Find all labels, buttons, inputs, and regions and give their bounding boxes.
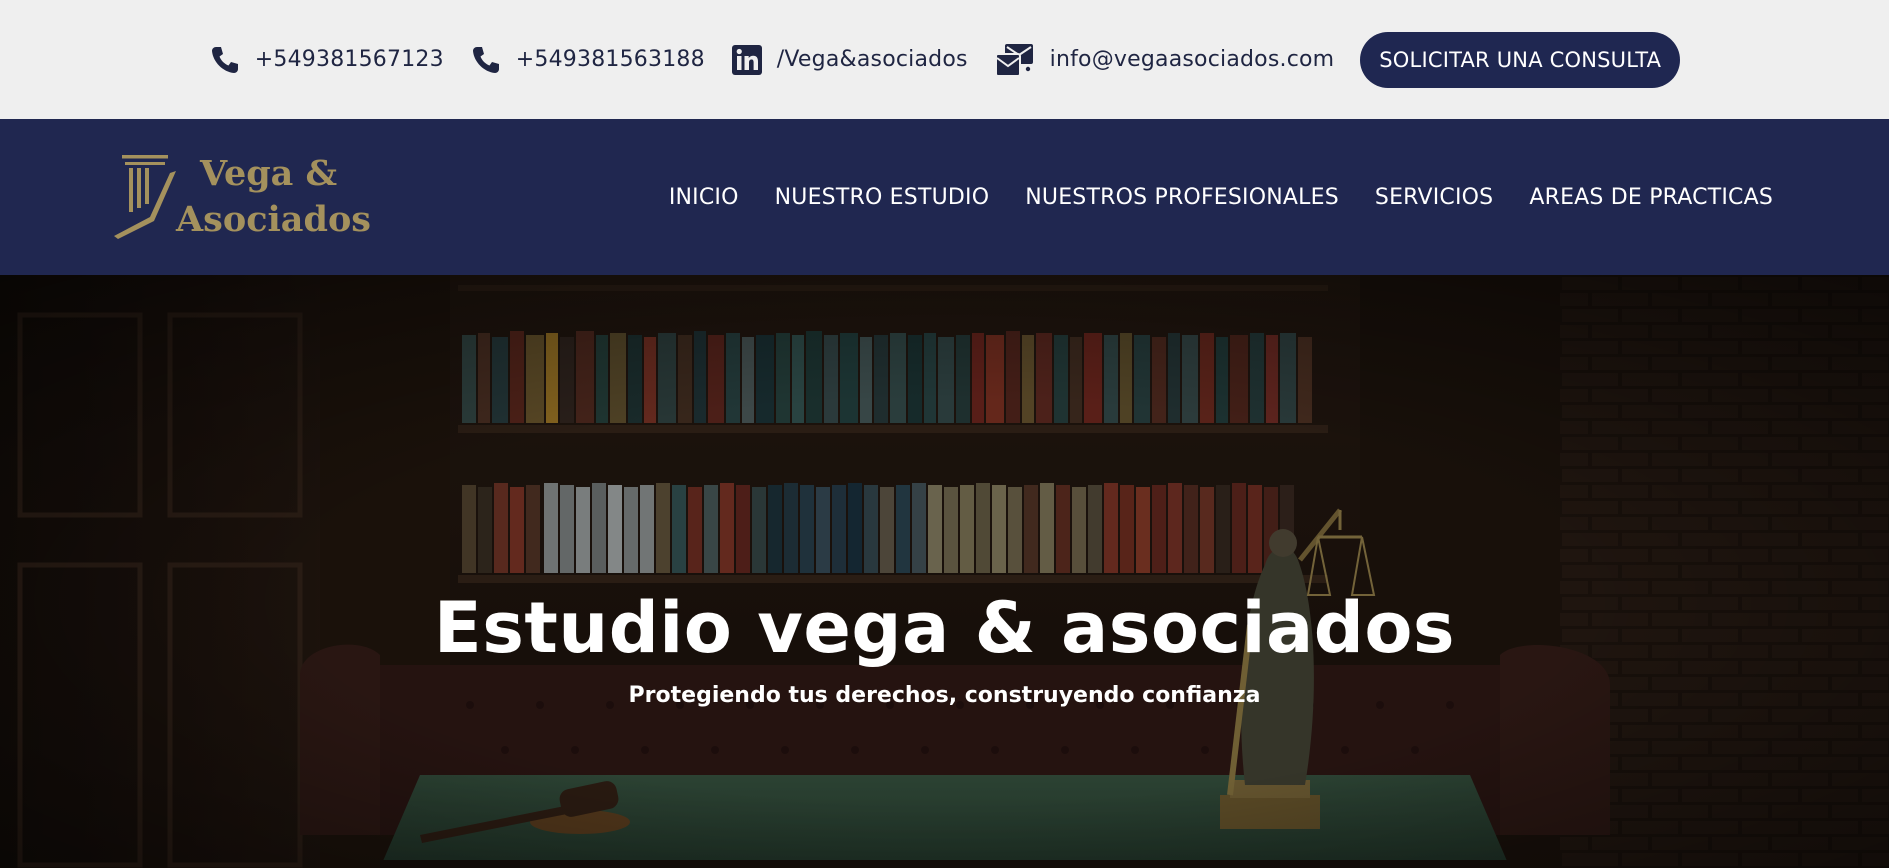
pillar-logo-icon — [114, 155, 176, 239]
logo[interactable]: Vega & Asociados — [112, 153, 371, 243]
nav-item-nuestros-profesionales[interactable]: NUESTROS PROFESIONALES — [1025, 185, 1339, 210]
phone-number-2: +549381563188 — [515, 47, 705, 72]
email-icon — [994, 43, 1033, 77]
phone-number-1: +549381567123 — [254, 47, 444, 72]
main-header: Vega & Asociados INICIO NUESTRO ESTUDIO … — [0, 119, 1889, 275]
contact-bar: +549381567123 +549381563188 /Vega&asocia… — [0, 0, 1889, 119]
nav-item-servicios[interactable]: SERVICIOS — [1375, 185, 1493, 210]
linkedin-handle: /Vega&asociados — [776, 47, 968, 72]
nav-item-areas-de-practicas[interactable]: AREAS DE PRACTICAS — [1529, 185, 1773, 210]
phone-icon — [472, 46, 499, 73]
hero-banner: Estudio vega & asociados Protegiendo tus… — [0, 275, 1889, 868]
brand-name-line2: Asociados — [176, 199, 372, 240]
request-consultation-button[interactable]: SOLICITAR UNA CONSULTA — [1360, 31, 1681, 88]
linkedin-icon — [731, 44, 762, 75]
linkedin-contact[interactable]: /Vega&asociados — [731, 44, 968, 76]
brand-name-line1: Vega & — [200, 153, 338, 194]
hero-background-image — [0, 275, 1889, 868]
nav-item-nuestro-estudio[interactable]: NUESTRO ESTUDIO — [775, 185, 990, 210]
phone-contact-2[interactable]: +549381563188 — [470, 44, 705, 76]
email-address: info@vegaasociados.com — [1049, 47, 1335, 72]
hero-subtitle: Protegiendo tus derechos, construyendo c… — [628, 683, 1261, 708]
phone-contact-1[interactable]: +549381567123 — [209, 44, 444, 76]
email-contact[interactable]: info@vegaasociados.com — [994, 42, 1335, 78]
phone-icon — [211, 46, 238, 73]
nav-item-inicio[interactable]: INICIO — [669, 185, 739, 210]
hero-title: Estudio vega & asociados — [433, 587, 1456, 669]
main-nav: INICIO NUESTRO ESTUDIO NUESTROS PROFESIO… — [633, 119, 1773, 275]
